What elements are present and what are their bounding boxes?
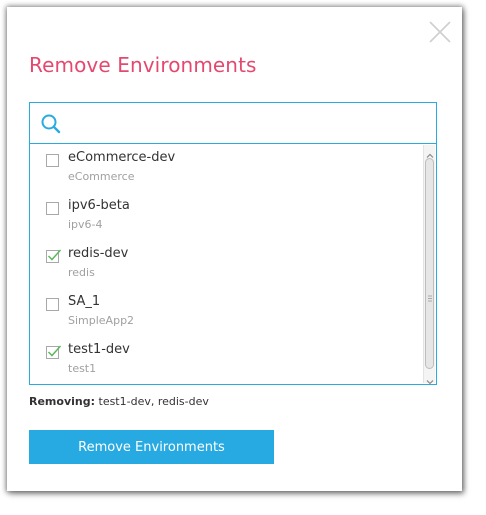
close-icon — [429, 21, 451, 43]
environment-name: SA_1 — [68, 294, 101, 309]
environment-list: eCommerce-dev eCommerce ipv6-beta ipv6-4 red… — [30, 144, 422, 384]
scroll-down-arrow[interactable] — [425, 372, 435, 384]
environment-list-item[interactable]: ipv6-beta ipv6-4 — [30, 192, 422, 240]
dialog-title: Remove Environments — [29, 53, 257, 77]
scroll-down-icon — [426, 380, 434, 384]
checkbox-unchecked[interactable] — [46, 202, 59, 215]
environment-list-box: eCommerce-dev eCommerce ipv6-beta ipv6-4 red… — [29, 144, 437, 385]
environment-app-name: eCommerce — [68, 170, 135, 183]
remove-environments-button[interactable]: Remove Environments — [29, 430, 274, 464]
environment-list-item[interactable]: eCommerce-dev eCommerce — [30, 144, 422, 192]
environment-name: eCommerce-dev — [68, 150, 176, 165]
scroll-thumb[interactable] — [425, 158, 434, 369]
environment-app-name: ipv6-4 — [68, 218, 103, 231]
environment-list-item[interactable]: test1-dev test1 — [30, 336, 422, 384]
environment-app-name: redis — [68, 266, 95, 279]
environment-name: test1-dev — [68, 342, 130, 357]
removing-summary: Removing: test1-dev, redis-dev — [29, 395, 209, 408]
remove-environments-dialog: Remove Environments eCommerce-dev eCommer… — [7, 7, 462, 491]
search-icon — [41, 114, 61, 134]
scrollbar[interactable] — [423, 145, 435, 384]
checkbox-unchecked[interactable] — [46, 154, 59, 167]
checkmark-icon — [47, 249, 62, 261]
search-input[interactable] — [70, 103, 430, 143]
environment-app-name: SimpleApp2 — [68, 314, 135, 327]
scroll-grip-icon — [428, 295, 432, 302]
close-button[interactable] — [429, 21, 451, 43]
environment-app-name: test1 — [68, 362, 97, 375]
environment-list-item[interactable]: SA_1 SimpleApp2 — [30, 288, 422, 336]
checkmark-icon — [47, 345, 62, 357]
environment-name: ipv6-beta — [68, 198, 130, 213]
removing-value: test1-dev, redis-dev — [98, 395, 209, 408]
checkbox-checked[interactable] — [46, 345, 62, 359]
environment-list-item[interactable]: redis-dev redis — [30, 240, 422, 288]
scroll-up-arrow[interactable] — [425, 146, 435, 158]
removing-label: Removing: — [29, 395, 95, 408]
checkbox-checked[interactable] — [46, 249, 62, 263]
environment-name: redis-dev — [68, 246, 129, 261]
search-box[interactable] — [29, 102, 437, 144]
checkbox-unchecked[interactable] — [46, 298, 59, 311]
